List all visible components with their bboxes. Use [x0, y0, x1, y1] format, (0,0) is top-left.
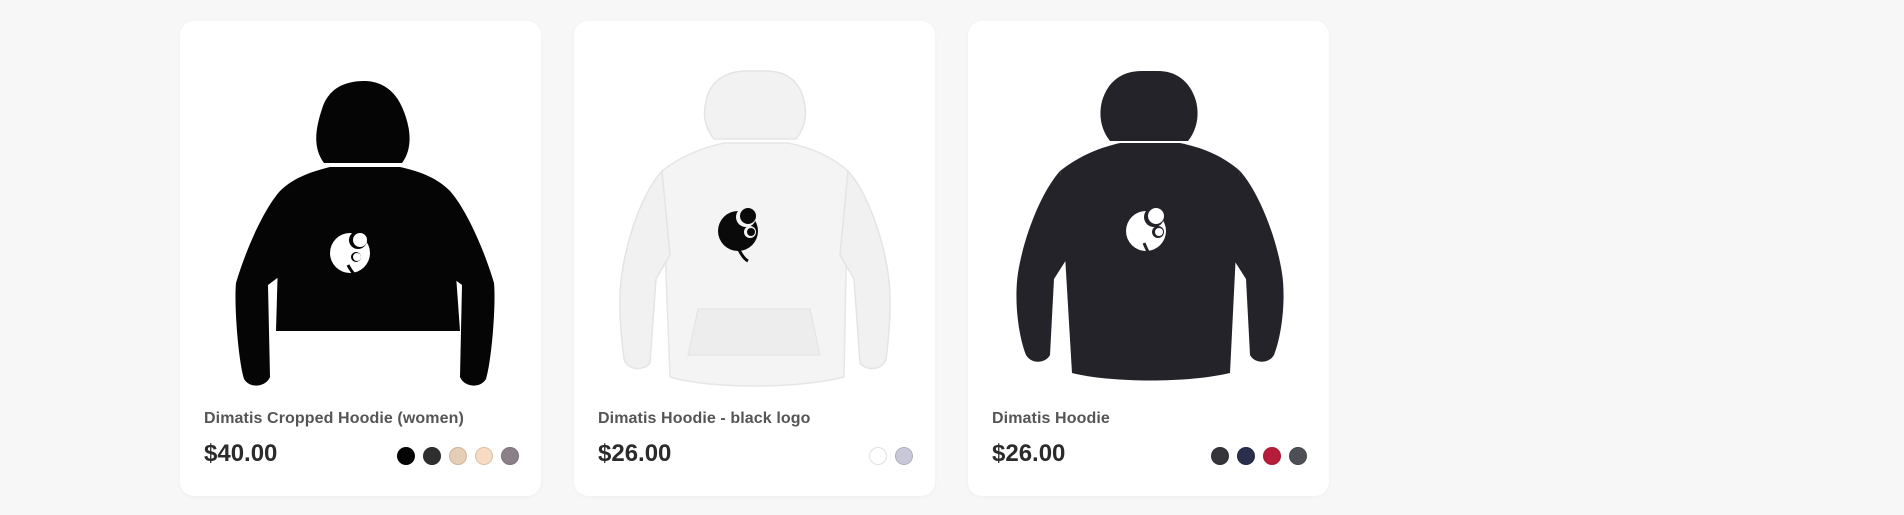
product-card[interactable]: Dimatis Cropped Hoodie (women) $40.00 [180, 21, 541, 496]
color-swatch[interactable] [1289, 447, 1307, 465]
color-swatch[interactable] [397, 447, 415, 465]
color-swatch[interactable] [475, 447, 493, 465]
cropped-hoodie-black-icon [235, 81, 495, 386]
product-card[interactable]: Dimatis Hoodie $26.00 [968, 21, 1329, 496]
product-price: $26.00 [598, 440, 672, 467]
color-swatches [1211, 447, 1307, 465]
product-grid: Dimatis Cropped Hoodie (women) $40.00 Di… [180, 21, 1329, 496]
color-swatch[interactable] [1211, 447, 1229, 465]
product-image[interactable] [204, 59, 517, 399]
product-title[interactable]: Dimatis Hoodie - black logo [598, 410, 811, 428]
color-swatch[interactable] [501, 447, 519, 465]
color-swatch[interactable] [895, 447, 913, 465]
product-price: $40.00 [204, 440, 278, 467]
product-image[interactable] [598, 59, 911, 399]
hoodie-black-icon [1016, 71, 1284, 381]
color-swatch[interactable] [423, 447, 441, 465]
color-swatch[interactable] [1237, 447, 1255, 465]
product-image[interactable] [992, 59, 1305, 399]
color-swatches [869, 447, 913, 465]
color-swatch[interactable] [869, 447, 887, 465]
product-card[interactable]: Dimatis Hoodie - black logo $26.00 [574, 21, 935, 496]
hoodie-white-icon [619, 70, 891, 387]
color-swatch[interactable] [449, 447, 467, 465]
product-price: $26.00 [992, 440, 1066, 467]
color-swatches [397, 447, 519, 465]
product-title[interactable]: Dimatis Hoodie [992, 410, 1110, 428]
color-swatch[interactable] [1263, 447, 1281, 465]
product-title[interactable]: Dimatis Cropped Hoodie (women) [204, 410, 464, 428]
